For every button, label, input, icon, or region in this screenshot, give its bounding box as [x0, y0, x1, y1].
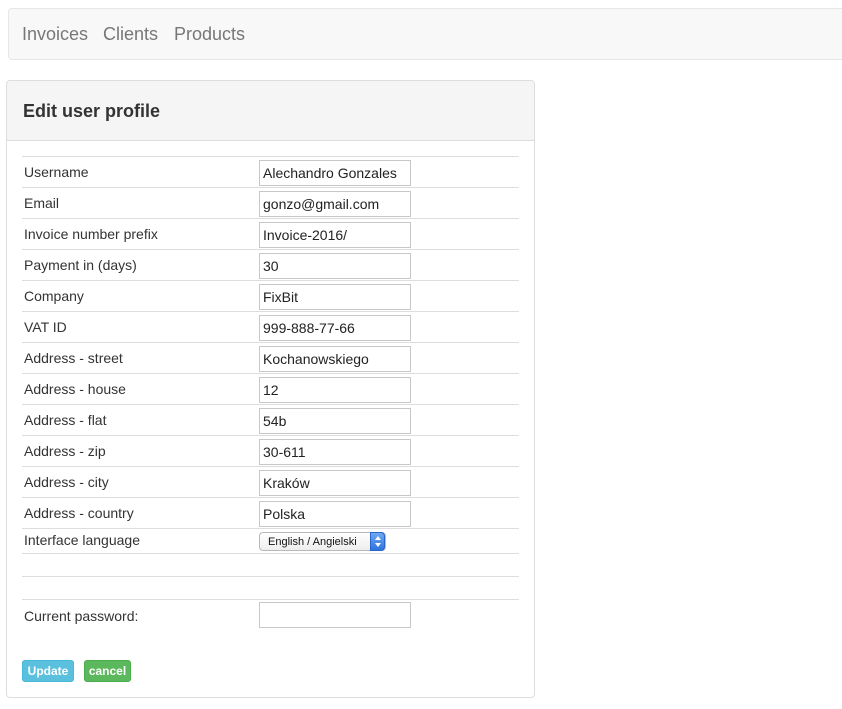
language-label: Interface language	[24, 532, 140, 548]
email-field[interactable]	[259, 191, 411, 217]
form-row-city: Address - city	[22, 466, 519, 497]
form-row-country: Address - country	[22, 497, 519, 528]
username-field[interactable]	[259, 160, 411, 186]
form-row-email: Email	[22, 187, 519, 218]
nav-link-products[interactable]: Products	[174, 23, 245, 45]
current-password-label: Current password:	[24, 608, 139, 624]
city-field[interactable]	[259, 470, 411, 496]
city-label: Address - city	[24, 474, 109, 490]
flat-label: Address - flat	[24, 412, 107, 428]
zip-field[interactable]	[259, 439, 411, 465]
street-label: Address - street	[24, 350, 123, 366]
form-row-vat-id: VAT ID	[22, 311, 519, 342]
nav-link-invoices[interactable]: Invoices	[22, 23, 88, 45]
vat-id-field[interactable]	[259, 315, 411, 341]
current-password-field[interactable]	[259, 602, 411, 628]
select-arrows-icon	[370, 532, 385, 551]
navbar: Invoices Clients Products	[8, 8, 842, 60]
country-field[interactable]	[259, 501, 411, 527]
edit-profile-panel: Edit user profile Username Email Invoice…	[6, 80, 535, 698]
house-field[interactable]	[259, 377, 411, 403]
form-row-language: Interface language English / Angielski	[22, 528, 519, 553]
invoice-prefix-label: Invoice number prefix	[24, 226, 158, 242]
username-label: Username	[24, 164, 89, 180]
form-row-invoice-prefix: Invoice number prefix	[22, 218, 519, 249]
invoice-prefix-field[interactable]	[259, 222, 411, 248]
panel-heading: Edit user profile	[7, 81, 534, 141]
email-label: Email	[24, 195, 60, 211]
profile-form: Username Email Invoice number prefix Pay…	[22, 156, 519, 553]
cancel-button[interactable]: cancel	[84, 660, 131, 682]
street-field[interactable]	[259, 346, 411, 372]
flat-field[interactable]	[259, 408, 411, 434]
house-label: Address - house	[24, 381, 126, 397]
form-row-house: Address - house	[22, 373, 519, 404]
form-row-zip: Address - zip	[22, 435, 519, 466]
divider	[22, 599, 519, 600]
update-button[interactable]: Update	[22, 660, 74, 682]
nav-link-clients[interactable]: Clients	[103, 23, 158, 45]
form-row-username: Username	[22, 156, 519, 187]
form-row-flat: Address - flat	[22, 404, 519, 435]
form-row-payment-days: Payment in (days)	[22, 249, 519, 280]
panel-title: Edit user profile	[23, 101, 161, 121]
form-row-street: Address - street	[22, 342, 519, 373]
country-label: Address - country	[24, 505, 134, 521]
payment-days-label: Payment in (days)	[24, 257, 137, 273]
divider	[22, 576, 519, 577]
language-select-value: English / Angielski	[268, 536, 357, 548]
form-row-company: Company	[22, 280, 519, 311]
language-select[interactable]: English / Angielski	[259, 532, 386, 551]
company-field[interactable]	[259, 284, 411, 310]
company-label: Company	[24, 288, 84, 304]
vat-id-label: VAT ID	[24, 319, 67, 335]
zip-label: Address - zip	[24, 443, 106, 459]
divider	[22, 553, 519, 554]
payment-days-field[interactable]	[259, 253, 411, 279]
